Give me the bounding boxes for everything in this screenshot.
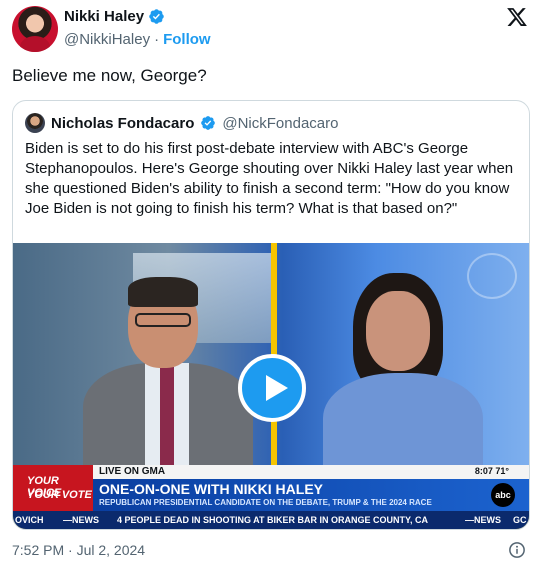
quoted-header: Nicholas Fondacaro @NickFondacaro <box>25 113 338 133</box>
guest-figure <box>323 273 483 473</box>
separator-dot: · <box>154 31 160 48</box>
author-name-row: Nikki Haley <box>64 8 165 25</box>
brand-line2: YOUR VOTE <box>27 489 92 501</box>
quoted-author-name: Nicholas Fondacaro <box>51 114 195 132</box>
quoted-author-handle: @NickFondacaro <box>222 114 339 132</box>
info-icon[interactable] <box>508 541 526 559</box>
play-icon[interactable] <box>238 354 306 422</box>
ticker-left: OVICH <box>15 515 44 525</box>
tweet-timestamp[interactable]: 7:52 PM · Jul 2, 2024 <box>12 542 145 558</box>
quoted-text: Biden is set to do his first post-debate… <box>25 140 514 217</box>
verified-badge-icon <box>149 9 164 24</box>
author-handle-row: @NikkiHaley · Follow <box>64 31 211 48</box>
video-player[interactable]: LIVE ON GMA 8:07 71° YOUR VOICE YOUR VOT… <box>13 243 529 529</box>
ticker-right: GC <box>513 515 527 525</box>
x-logo-icon[interactable] <box>506 6 528 28</box>
tweet-text: Believe me now, George? <box>12 66 207 85</box>
brand-badge: YOUR VOICE YOUR VOTE <box>13 465 93 511</box>
network-logo: abc <box>491 483 515 507</box>
live-label: LIVE ON GMA <box>99 466 166 477</box>
anchor-figure <box>83 277 253 473</box>
tweet-header: Nikki Haley @NikkiHaley · Follow <box>0 0 542 60</box>
news-ticker: OVICH —NEWS 4 PEOPLE DEAD IN SHOOTING AT… <box>13 511 529 529</box>
ticker-news-2: —NEWS <box>465 515 501 525</box>
lower-third-headline: ONE-ON-ONE WITH NIKKI HALEY <box>99 481 323 497</box>
author-name[interactable]: Nikki Haley <box>64 8 144 25</box>
lower-third-subheadline: REPUBLICAN PRESIDENTIAL CANDIDATE ON THE… <box>99 498 432 507</box>
verified-badge-icon <box>201 116 216 130</box>
lower-third: ONE-ON-ONE WITH NIKKI HALEY REPUBLICAN P… <box>93 479 529 511</box>
author-avatar[interactable] <box>12 6 58 52</box>
quoted-avatar <box>25 113 45 133</box>
time-temp: 8:07 71° <box>474 466 509 476</box>
quoted-tweet[interactable]: Nicholas Fondacaro @NickFondacaro Biden … <box>12 100 530 530</box>
follow-button[interactable]: Follow <box>163 31 211 48</box>
ticker-story: 4 PEOPLE DEAD IN SHOOTING AT BIKER BAR I… <box>117 515 429 525</box>
ticker-news-1: —NEWS <box>63 515 99 525</box>
author-handle[interactable]: @NikkiHaley <box>64 31 150 48</box>
